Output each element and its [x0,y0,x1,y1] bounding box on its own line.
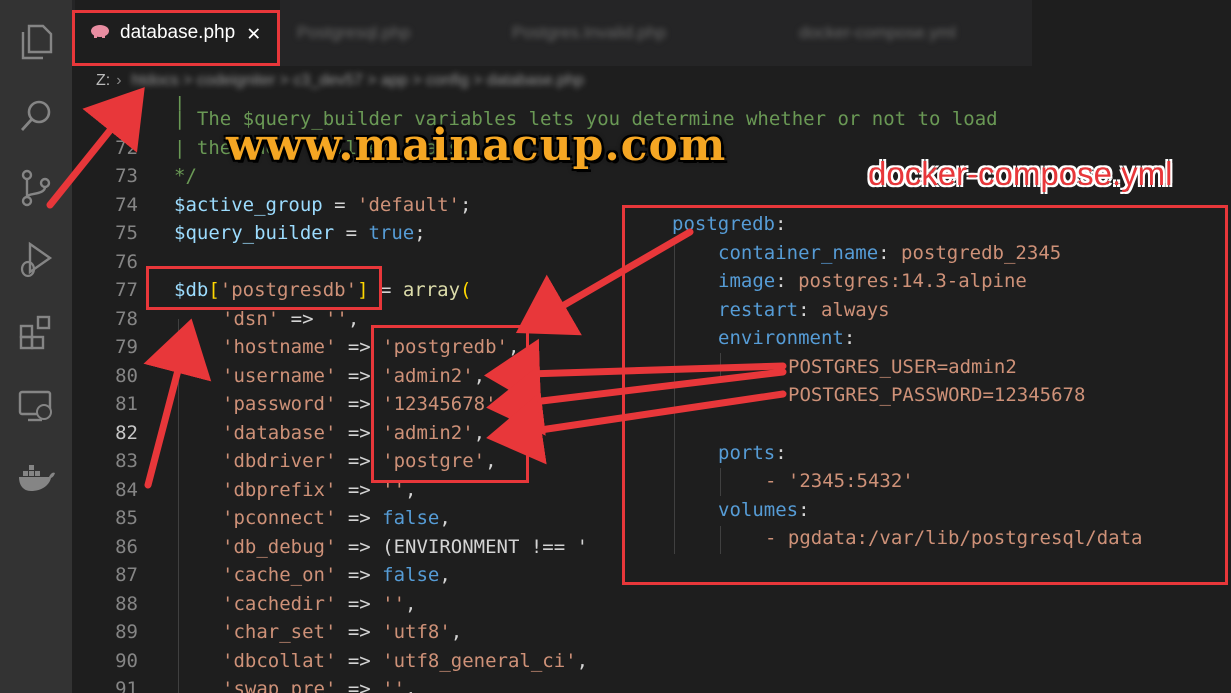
remote-explorer-icon[interactable] [16,386,56,426]
yml-line: POSTGRES_USER=admin2 [788,356,1017,378]
docker-icon[interactable] [16,458,56,498]
indent-guide [720,353,721,383]
yml-line: container_name: postgredb_2345 [718,242,1062,264]
docker-compose-panel: postgredb: container_name: postgredb_234… [622,205,1228,585]
tab-postgres-invalid[interactable]: Postgres.Invalid.php [502,0,772,66]
files-icon[interactable] [16,22,56,62]
yml-line: postgredb: [672,213,787,235]
yml-line: - '2345:5432' [765,470,914,492]
indent-guide [674,238,675,554]
yml-line: POSTGRES_PASSWORD=12345678 [788,384,1086,406]
indent-guide [178,319,179,693]
yml-line: - pgdata:/var/lib/postgresql/data [765,527,1143,549]
tab-label: docker-compose.yml [799,23,956,42]
yml-line: environment: [718,327,856,349]
docker-compose-label: docker-compose.yml [868,155,1173,192]
indent-guide [720,526,721,554]
highlight-active-tab [72,10,280,66]
breadcrumb-path[interactable]: htdocs > codeigniter > c3_dev57 > app > … [132,72,584,90]
activity-bar [0,0,72,693]
watermark-text: www.mainacup.com [226,120,727,171]
source-control-icon[interactable] [16,168,56,208]
chevron-right-icon: › [116,72,122,89]
yml-line: ports: [718,442,787,464]
tab-docker-compose[interactable]: docker-compose.yml [787,0,1027,66]
yml-line: image: postgres:14.3-alpine [718,270,1027,292]
tab-postgresql[interactable]: Postgresql.php [287,0,492,66]
search-icon[interactable] [16,96,56,136]
tab-label: Postgres.Invalid.php [512,23,667,42]
highlight-db-key [146,266,382,310]
yml-line: volumes: [718,499,810,521]
yml-line: restart: always [718,299,890,321]
highlight-db-values [371,325,529,483]
run-debug-icon[interactable] [16,240,56,280]
tab-label: Postgresql.php [297,23,411,42]
breadcrumb: Z: › htdocs > codeigniter > c3_dev57 > a… [72,66,1032,96]
indent-guide [720,468,721,496]
extensions-icon[interactable] [16,312,56,352]
breadcrumb-drive[interactable]: Z: [96,72,110,90]
